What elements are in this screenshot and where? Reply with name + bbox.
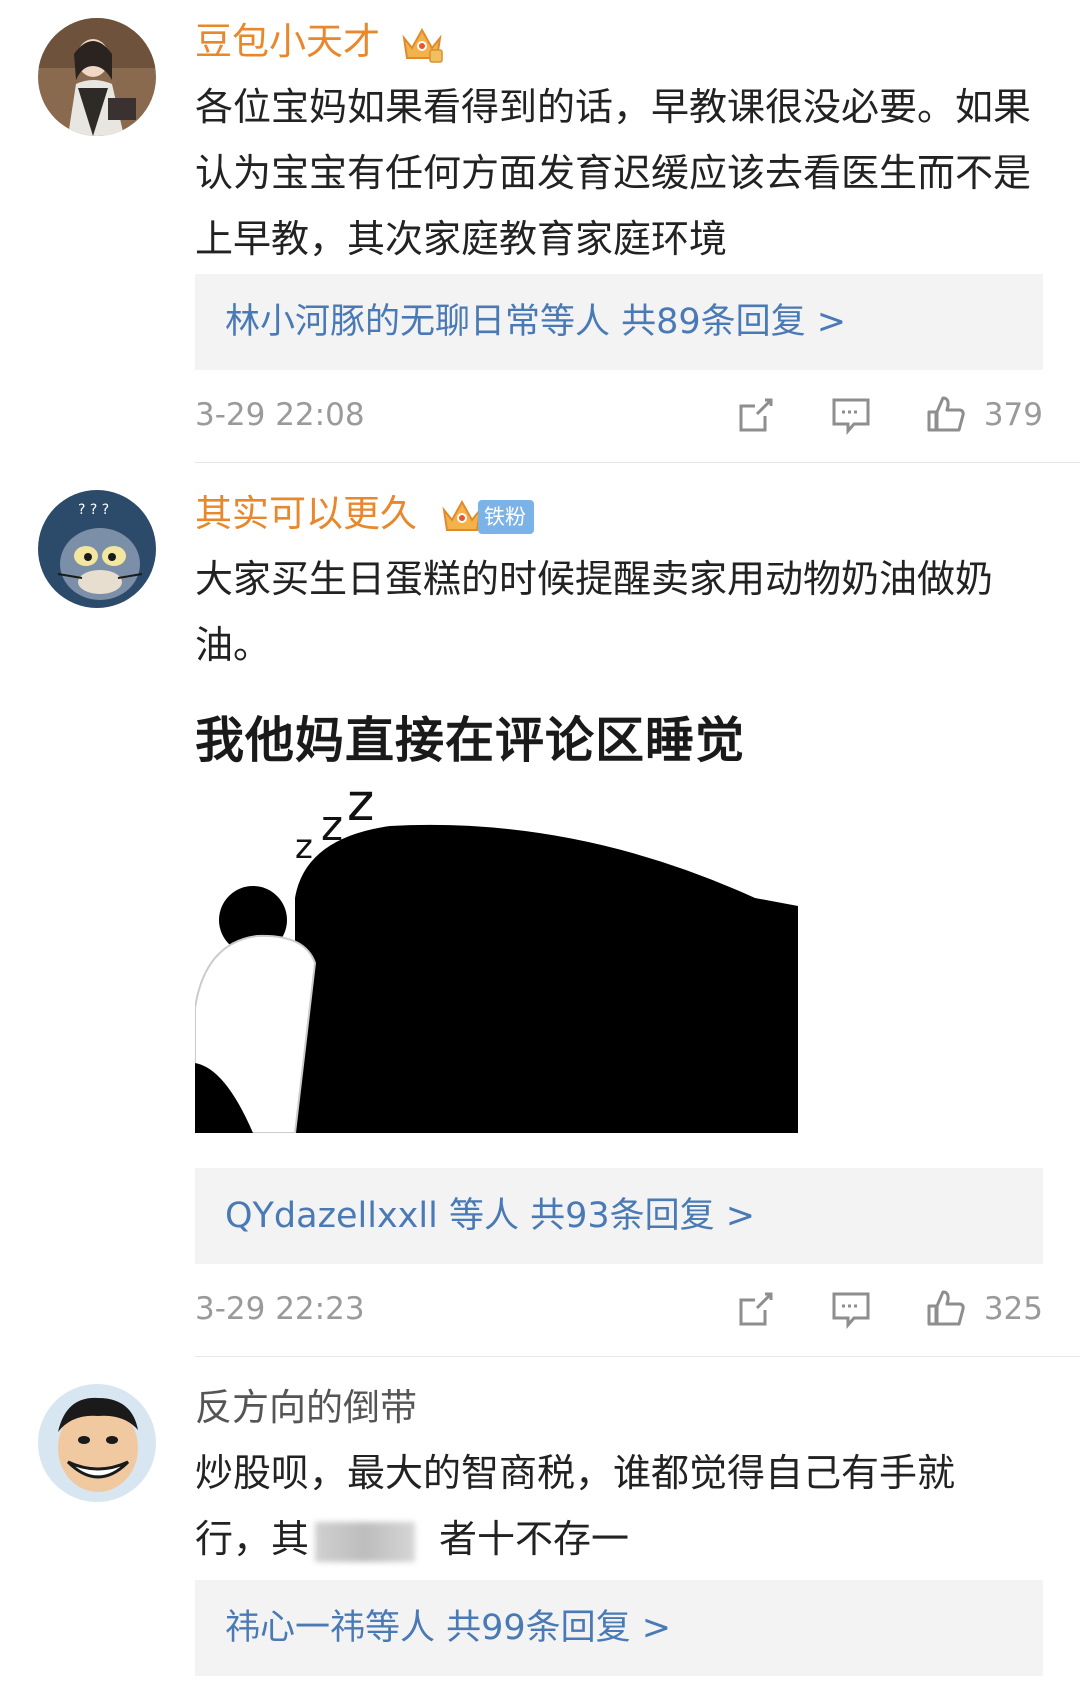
avatar[interactable] <box>38 18 156 136</box>
username[interactable]: 豆包小天才 <box>195 18 380 66</box>
reply-summary[interactable]: 祎心一祎等人 共99条回复 > <box>195 1580 1043 1676</box>
fan-badge: 铁粉 <box>478 500 534 534</box>
svg-text:z: z <box>347 773 374 833</box>
divider <box>195 462 1080 463</box>
comment-content: 各位宝妈如果看得到的话，早教课很没必要。如果认为宝宝有任何方面发育迟缓应该去看医… <box>195 85 1032 261</box>
share-icon[interactable] <box>735 1288 777 1330</box>
comment-icon[interactable] <box>830 394 872 436</box>
svg-text:? ? ?: ? ? ? <box>78 502 109 518</box>
comment-meta: 3-29 22:08 379 <box>195 390 1043 440</box>
username[interactable]: 反方向的倒带 <box>195 1384 417 1432</box>
like-count: 325 <box>983 1291 1043 1327</box>
meme-image[interactable]: 我他妈直接在评论区睡觉 z z z <box>195 708 798 1133</box>
reply-summary-label[interactable]: 祎心一祎等人 共99条回复 > <box>225 1580 671 1676</box>
comment-icon[interactable] <box>830 1288 872 1330</box>
svg-text:z: z <box>295 827 313 867</box>
sleeping-panda-image: z z z <box>195 773 798 1133</box>
timestamp: 3-29 22:08 <box>195 397 365 433</box>
reply-summary-label[interactable]: QYdazellxxll 等人 共93条回复 > <box>225 1168 755 1264</box>
like-icon[interactable] <box>925 1288 967 1330</box>
username[interactable]: 其实可以更久 <box>195 490 417 538</box>
reply-summary-label[interactable]: 林小河豚的无聊日常等人 共89条回复 > <box>225 274 846 370</box>
comment-content-line-1: 炒股呗，最大的智商税，谁都觉得自己有手就 <box>195 1451 956 1495</box>
content-line-2-start: 行，其 <box>195 1517 310 1561</box>
blurred-text <box>309 1521 439 1562</box>
reply-summary[interactable]: 林小河豚的无聊日常等人 共89条回复 > <box>195 274 1043 370</box>
avatar[interactable] <box>38 1384 156 1502</box>
content-line-2-end: 者十不存一 <box>439 1517 630 1561</box>
like-icon[interactable] <box>925 394 967 436</box>
avatar[interactable]: ? ? ? <box>38 490 156 608</box>
comment-meta: 3-29 22:23 325 <box>195 1284 1043 1334</box>
comment-content: 大家买生日蛋糕的时候提醒卖家用动物奶油做奶油。 <box>195 557 994 667</box>
comment-content: 炒股呗，最大的智商税，谁都觉得自己有手就 行，其 者十不存一 <box>195 1440 1055 1572</box>
like-count: 379 <box>983 397 1043 433</box>
share-icon[interactable] <box>735 394 777 436</box>
crown-icon <box>400 24 444 64</box>
reply-summary[interactable]: QYdazellxxll 等人 共93条回复 > <box>195 1168 1043 1264</box>
comment-content-line-2: 行，其 者十不存一 <box>195 1506 1055 1572</box>
timestamp: 3-29 22:23 <box>195 1291 365 1327</box>
divider <box>195 1356 1080 1357</box>
